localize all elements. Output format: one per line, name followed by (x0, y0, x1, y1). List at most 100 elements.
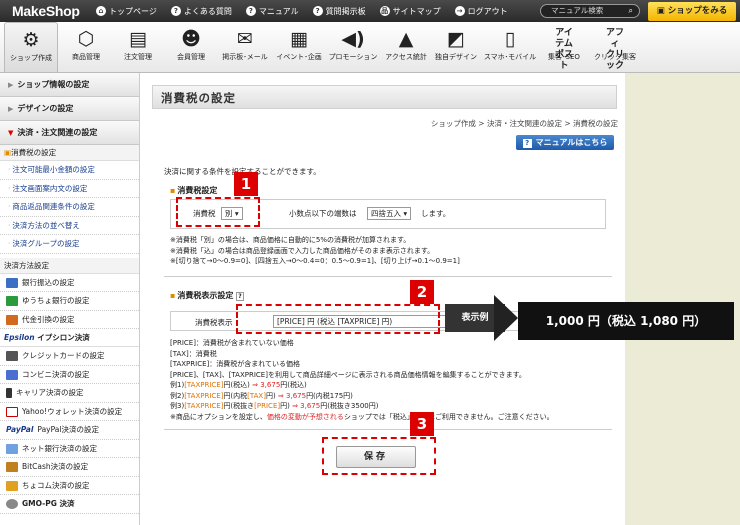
megaphone-icon: ◀) (341, 28, 365, 50)
tax-setting-heading: ▪ 消費税設定 (170, 186, 218, 195)
right-margin (625, 73, 740, 525)
help-icon: ? (312, 6, 323, 16)
search-icon[interactable]: ⌕ (629, 5, 633, 17)
step-badge-1: 1 (234, 172, 258, 196)
sidebar-group-epsilon: Epsilon イプシロン決済 (0, 329, 139, 347)
example-line: 例3)[TAXPRICE]円(税抜き[PRICE]円) ⇒ 3,675円(税抜き… (170, 402, 379, 410)
help-icon[interactable]: ? (236, 292, 244, 301)
main-menu-bar: ⚙ ショップ作成 ⬡ 商品管理 ▤ 注文管理 ☻ 会員管理 ✉ 掲示板･メール ▦ イベント… (0, 22, 740, 73)
nav-link-logout[interactable]: → ログアウト (454, 6, 508, 17)
triangle-right-icon: ▶ (8, 81, 14, 89)
sidebar-item-chocom[interactable]: ちょコム決済の設定 (0, 477, 139, 495)
brand-logo[interactable]: MakeShop (0, 3, 96, 19)
bank-icon (6, 277, 18, 288)
note-line: [PRICE]、[TAX]、[TAXPRICE]を利用して商品詳細ページに表示さ… (170, 370, 526, 379)
menu-click[interactable]: アフィ クリック クリック集客 (590, 22, 640, 72)
phone-icon (6, 388, 12, 398)
gmo-icon (6, 499, 18, 509)
sidebar-item[interactable]: · 商品返品関連条件の設定 (0, 198, 139, 217)
sidebar-item-credit[interactable]: クレジットカードの設定 (0, 347, 139, 366)
note-line: ※消費税「込」の場合は商品登録画面で入力した商品価格がそのまま表示されます。 (170, 246, 435, 255)
menu-promotion[interactable]: ◀) プロモーション (326, 22, 380, 72)
rounding-select[interactable]: 四捨五入 ▾ (367, 207, 412, 220)
sidebar-item-bank[interactable]: 銀行振込の設定 (0, 274, 139, 292)
sidebar-section-design[interactable]: ▶ デザインの設定 (0, 97, 139, 121)
sidebar-section-payment[interactable]: ▼ 決済・注文関連の設定 (0, 121, 139, 145)
rounding-label: 小数点以下の端数は (289, 209, 357, 218)
tax-display-label: 消費税表示 (195, 318, 233, 327)
bullet-icon: ▪ (170, 291, 176, 300)
menu-products[interactable]: ⬡ 商品管理 (62, 22, 110, 72)
nav-link-top[interactable]: ⌂ トップページ (96, 6, 157, 17)
bitcash-icon (6, 462, 18, 472)
credit-card-icon (6, 351, 18, 361)
menu-events[interactable]: ▦ イベント･企画 (274, 22, 324, 72)
note-line: [TAXPRICE]：消費税が含まれている価格 (170, 360, 301, 368)
sidebar-item[interactable]: · 注文画面案内文の設定 (0, 180, 139, 198)
sidebar-item-paypal[interactable]: PayPal PayPal決済の設定 (0, 421, 139, 440)
menu-board-mail[interactable]: ✉ 掲示板･メール (220, 22, 270, 72)
menu-access-stats[interactable]: ▲ アクセス統計 (382, 22, 430, 72)
sidebar-item-bitcash[interactable]: BitCash決済の設定 (0, 458, 139, 477)
sidebar-item-yahoo[interactable]: Yahoo!ウォレット決済の設定 (0, 403, 139, 421)
rounding-suffix: します。 (421, 209, 451, 218)
sidebar-item-netbank[interactable]: ネット銀行決済の設定 (0, 440, 139, 458)
sidebar-item[interactable]: · 注文可能最小金額の設定 (0, 161, 139, 180)
cod-icon (6, 314, 18, 325)
paypal-logo: PayPal (6, 425, 34, 434)
view-shop-button[interactable]: ▣ ショップをみる (648, 2, 736, 21)
step-badge-2: 2 (410, 280, 434, 304)
menu-shop-create[interactable]: ⚙ ショップ作成 (4, 22, 58, 72)
sidebar-section-shop-info[interactable]: ▶ ショップ情報の設定 (0, 73, 139, 97)
sidebar-item[interactable]: · 決済グループの設定 (0, 235, 139, 254)
tax-display-notes: [PRICE]：消費税が含まれていない価格 [TAX]：消費税 [TAXPRIC… (170, 338, 554, 422)
nav-link-manual[interactable]: ? マニュアル (245, 6, 299, 17)
arrow-right-icon (494, 295, 518, 341)
bullet-icon: ▪ (170, 186, 176, 195)
mobile-icon: ▯ (504, 28, 516, 50)
sidebar-item-konbini[interactable]: コンビニ決済の設定 (0, 366, 139, 384)
nav-link-faq[interactable]: ? よくある質問 (170, 6, 232, 17)
highlight-save-button (322, 437, 436, 475)
design-icon: ◩ (447, 28, 465, 50)
home-icon: ⌂ (96, 6, 106, 16)
page-title: 消費税の設定 (161, 91, 236, 105)
highlight-tax-select (176, 197, 260, 227)
sidebar: ▶ ショップ情報の設定 ▶ デザインの設定 ▼ 決済・注文関連の設定 ▣消費税の設定 … (0, 73, 140, 525)
box-icon: ⬡ (77, 28, 95, 50)
sidebar-item-cod[interactable]: 代金引換の設定 (0, 311, 139, 329)
manual-button[interactable]: ? マニュアルはこちら (516, 135, 614, 150)
manual-search-input[interactable]: マニュアル検索 ⌕ (540, 4, 640, 18)
triangle-down-icon: ▼ (8, 129, 14, 137)
step-badge-3: 3 (410, 412, 434, 436)
highlight-tax-display-input (236, 304, 440, 334)
sidebar-item-gmo[interactable]: GMO-PG 決済 (0, 495, 139, 514)
tax-setting-notes: ※消費税「別」の場合は、商品価格に自動的に5%の消費税が加算されます。 ※消費税… (170, 235, 460, 267)
net-bank-icon (6, 443, 18, 454)
convenience-store-icon (6, 369, 18, 380)
nav-link-forum[interactable]: ? 質問掲示板 (312, 6, 366, 17)
nav-link-sitemap[interactable]: 品サイトマップ (379, 6, 441, 17)
sidebar-group-payment-methods: 決済方法設定 (0, 257, 139, 274)
menu-seo[interactable]: アイテム ポスト 集客･SEO (540, 22, 588, 72)
document-icon: ▤ (129, 28, 147, 50)
menu-mobile[interactable]: ▯ スマホ･モバイル (482, 22, 538, 72)
chevron-down-icon: ▾ (403, 209, 408, 218)
breadcrumb[interactable]: ショップ作成 > 決済・注文関連の設定 > 消費税の設定 (298, 118, 618, 129)
gear-icon: ⚙ (22, 29, 40, 51)
tax-display-heading: ▪ 消費税表示設定 ? (170, 291, 244, 301)
sidebar-item-tax[interactable]: ▣消費税の設定 (0, 145, 139, 161)
top-bar: MakeShop ⌂ トップページ ? よくある質問 ? マニュアル ? 質問掲示板 品… (0, 0, 740, 22)
sidebar-item[interactable]: · 決済方法の並べ替え (0, 217, 139, 235)
sidebar-item-carrier[interactable]: キャリア決済の設定 (0, 384, 139, 403)
help-icon: ? (245, 6, 256, 16)
example-line: 例2)[TAXPRICE]円(内税[TAX]円) ⇒ 3,675円(内税175円… (170, 391, 353, 400)
menu-design[interactable]: ◩ 独自デザイン (432, 22, 480, 72)
note-line: ※[切り捨て→0～0.9=0]、[四捨五入→0～0.4=0：0.5～0.9=1]… (170, 257, 460, 265)
shop-icon: ▣ (656, 6, 668, 16)
menu-orders[interactable]: ▤ 注文管理 (114, 22, 162, 72)
mail-icon: ✉ (237, 28, 253, 50)
menu-members[interactable]: ☻ 会員管理 (166, 22, 216, 72)
sidebar-item-yucho[interactable]: ゆうちょ銀行の設定 (0, 292, 139, 311)
item-post-icon: アイテム ポスト (554, 28, 573, 71)
